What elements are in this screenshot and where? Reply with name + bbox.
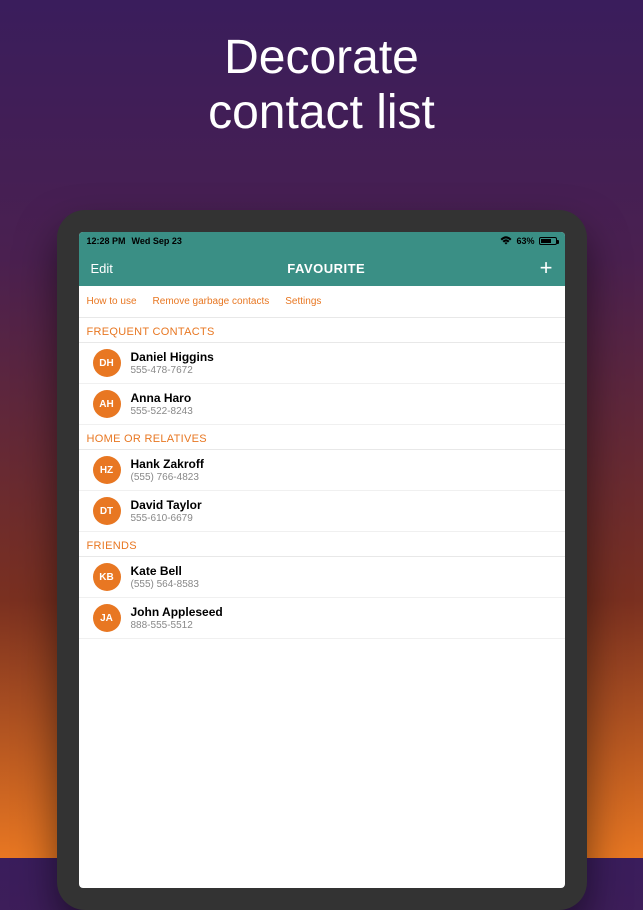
- battery-percent: 63%: [516, 236, 534, 246]
- contact-phone: 555-522-8243: [131, 406, 193, 417]
- avatar: AH: [93, 390, 121, 418]
- contact-phone: 555-610-6679: [131, 513, 202, 524]
- contact-info: Hank Zakroff(555) 766-4823: [131, 457, 204, 483]
- contact-name: David Taylor: [131, 498, 202, 512]
- contact-name: Hank Zakroff: [131, 457, 204, 471]
- status-date: Wed Sep 23: [132, 236, 182, 246]
- contact-info: Daniel Higgins555-478-7672: [131, 350, 214, 376]
- contact-row[interactable]: AH Anna Haro555-522-8243: [79, 384, 565, 425]
- avatar: DT: [93, 497, 121, 525]
- section-header: HOME OR RELATIVES: [79, 425, 565, 450]
- section-header: FRIENDS: [79, 532, 565, 557]
- contact-info: Anna Haro555-522-8243: [131, 391, 193, 417]
- contact-name: Daniel Higgins: [131, 350, 214, 364]
- battery-icon: [539, 237, 557, 245]
- contact-name: Anna Haro: [131, 391, 193, 405]
- wifi-icon: [500, 236, 512, 247]
- device-frame: 12:28 PM Wed Sep 23 63% Edit FAVOURITE +…: [57, 210, 587, 910]
- contact-info: John Appleseed888-555-5512: [131, 605, 223, 631]
- contact-phone: 555-478-7672: [131, 365, 214, 376]
- contact-row[interactable]: DH Daniel Higgins555-478-7672: [79, 343, 565, 384]
- contact-row[interactable]: DT David Taylor555-610-6679: [79, 491, 565, 532]
- nav-bar: Edit FAVOURITE +: [79, 250, 565, 286]
- status-bar: 12:28 PM Wed Sep 23 63%: [79, 232, 565, 250]
- howto-link[interactable]: How to use: [87, 296, 137, 307]
- contact-list: FREQUENT CONTACTS DH Daniel Higgins555-478…: [79, 318, 565, 639]
- page-title: FAVOURITE: [287, 261, 365, 276]
- avatar: KB: [93, 563, 121, 591]
- add-button[interactable]: +: [540, 257, 553, 279]
- contact-phone: 888-555-5512: [131, 620, 223, 631]
- contact-phone: (555) 766-4823: [131, 472, 204, 483]
- toolbar: How to use Remove garbage contacts Setti…: [79, 286, 565, 318]
- contact-info: Kate Bell(555) 564-8583: [131, 564, 199, 590]
- settings-link[interactable]: Settings: [285, 296, 321, 307]
- contact-name: John Appleseed: [131, 605, 223, 619]
- promo-title: Decorate contact list: [0, 0, 643, 140]
- avatar: DH: [93, 349, 121, 377]
- status-time: 12:28 PM: [87, 236, 126, 246]
- contact-row[interactable]: HZ Hank Zakroff(555) 766-4823: [79, 450, 565, 491]
- edit-button[interactable]: Edit: [91, 261, 113, 276]
- contact-info: David Taylor555-610-6679: [131, 498, 202, 524]
- contact-row[interactable]: JA John Appleseed888-555-5512: [79, 598, 565, 639]
- contact-phone: (555) 564-8583: [131, 579, 199, 590]
- section-header: FREQUENT CONTACTS: [79, 318, 565, 343]
- promo-line1: Decorate: [0, 30, 643, 85]
- avatar: HZ: [93, 456, 121, 484]
- contact-row[interactable]: KB Kate Bell(555) 564-8583: [79, 557, 565, 598]
- avatar: JA: [93, 604, 121, 632]
- contact-name: Kate Bell: [131, 564, 199, 578]
- remove-garbage-link[interactable]: Remove garbage contacts: [153, 296, 270, 307]
- promo-line2: contact list: [0, 85, 643, 140]
- screen: 12:28 PM Wed Sep 23 63% Edit FAVOURITE +…: [79, 232, 565, 888]
